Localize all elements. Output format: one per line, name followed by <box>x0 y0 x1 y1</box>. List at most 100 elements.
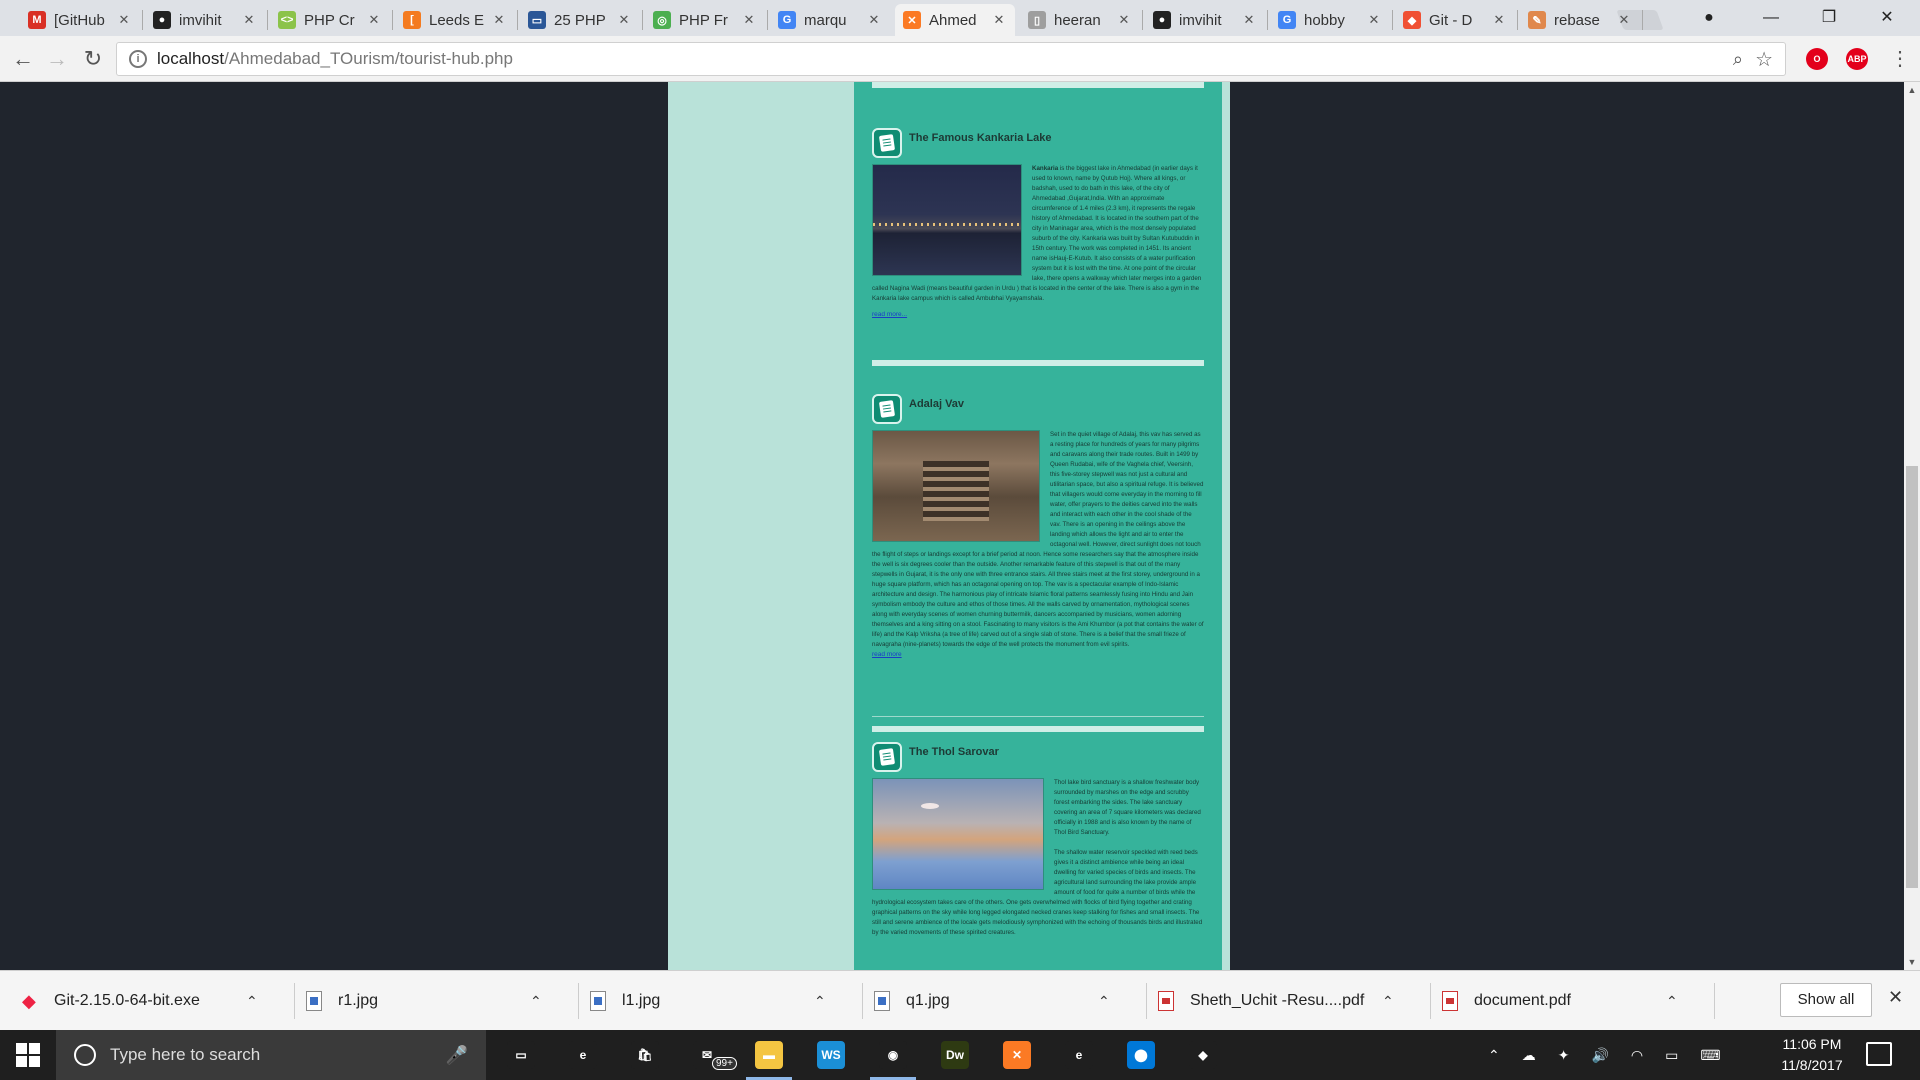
scroll-up-arrow-icon[interactable]: ▲ <box>1904 82 1920 98</box>
browser-tab[interactable]: <> PHP Cr ✕ <box>270 4 390 36</box>
php-icon: <> <box>278 11 296 29</box>
browser-tab[interactable]: ▯ heeran ✕ <box>1020 4 1140 36</box>
action-center-icon[interactable] <box>1866 1042 1892 1066</box>
volume-icon[interactable]: 🔊 <box>1591 1047 1608 1064</box>
close-tab-icon[interactable]: ✕ <box>1116 12 1132 28</box>
kankaria-lake-image <box>872 164 1022 276</box>
bookmark-star-icon[interactable]: ☆ <box>1755 47 1773 72</box>
download-item[interactable]: document.pdf ⌃ <box>1442 971 1686 1031</box>
restore-button[interactable]: ❐ <box>1806 4 1852 32</box>
back-button[interactable]: ← <box>8 44 38 74</box>
close-tab-icon[interactable]: ✕ <box>991 12 1007 28</box>
browser-tab[interactable]: ● imvihit ✕ <box>1145 4 1265 36</box>
read-more-link[interactable]: read more... <box>872 310 1204 320</box>
close-tab-icon[interactable]: ✕ <box>1241 12 1257 28</box>
taskbar-app[interactable]: Dw <box>930 1035 980 1075</box>
onedrive-icon[interactable]: ☁ <box>1522 1047 1536 1064</box>
store-icon: 🛍 <box>631 1041 659 1069</box>
taskbar-app[interactable]: ▭ <box>496 1035 546 1075</box>
close-download-bar-icon[interactable]: ✕ <box>1888 987 1903 1008</box>
start-button[interactable] <box>16 1043 40 1067</box>
browser-tab[interactable]: ◆ Git - D ✕ <box>1395 4 1515 36</box>
system-tray: ⌃ ☁ ✦ 🔊 ◠ ▭ ⌨ <box>1488 1030 1721 1080</box>
download-bar: Show all ✕ ◆ Git-2.15.0-64-bit.exe ⌃ r1.jpg… <box>0 970 1920 1030</box>
scroll-down-arrow-icon[interactable]: ▼ <box>1904 954 1920 970</box>
download-item[interactable]: Sheth_Uchit -Resu....pdf ⌃ <box>1158 971 1402 1031</box>
close-tab-icon[interactable]: ✕ <box>1491 12 1507 28</box>
page-scrollbar[interactable]: ▲ ▼ <box>1904 82 1920 970</box>
download-options-chevron-icon[interactable]: ⌃ <box>1382 993 1394 1010</box>
extension-tray-icon[interactable]: ✦ <box>1558 1047 1570 1064</box>
close-tab-icon[interactable]: ✕ <box>866 12 882 28</box>
close-tab-icon[interactable]: ✕ <box>366 12 382 28</box>
taskbar-app[interactable]: 🛍 <box>620 1035 670 1075</box>
git-installer-icon: ◆ <box>22 991 36 1011</box>
browser-tab[interactable]: [Leeds E ✕ <box>395 4 515 36</box>
browser-tab[interactable]: ◎ PHP Fr ✕ <box>645 4 765 36</box>
taskbar-search-box[interactable]: Type here to search 🎤 <box>56 1030 486 1080</box>
taskbar-app[interactable]: ◉ <box>868 1035 918 1080</box>
browser-tab[interactable]: ✕ Ahmed ✕ <box>895 4 1015 36</box>
url-text[interactable]: localhost/Ahmedabad_TOurism/tourist-hub.… <box>157 49 513 69</box>
close-tab-icon[interactable]: ✕ <box>741 12 757 28</box>
taskbar-app[interactable]: ✕ <box>992 1035 1042 1075</box>
browser-tab[interactable]: Ghobby ✕ <box>1270 4 1390 36</box>
taskbar-app[interactable]: e <box>558 1035 608 1075</box>
forward-button[interactable]: → <box>42 44 72 74</box>
chevron-up-icon[interactable]: ⌃ <box>1488 1047 1500 1064</box>
download-separator <box>862 983 863 1019</box>
taskbar-app[interactable]: ⬤ <box>1116 1035 1166 1075</box>
battery-icon[interactable]: ▭ <box>1665 1047 1678 1064</box>
zoom-icon[interactable]: ⌕ <box>1733 49 1743 70</box>
close-tab-icon[interactable]: ✕ <box>241 12 257 28</box>
read-more-link[interactable]: read more <box>872 650 1204 660</box>
taskbar-app[interactable]: e <box>1054 1035 1104 1075</box>
address-bar[interactable]: i localhost/Ahmedabad_TOurism/tourist-hu… <box>116 42 1786 76</box>
minimize-button[interactable]: — <box>1748 4 1794 32</box>
download-options-chevron-icon[interactable]: ⌃ <box>530 993 542 1010</box>
browser-tab[interactable]: Gmarqu ✕ <box>770 4 890 36</box>
windows-taskbar: Type here to search 🎤 ⌃ ☁ ✦ 🔊 ◠ ▭ ⌨ 11:0… <box>0 1030 1920 1080</box>
microphone-icon[interactable]: 🎤 <box>446 1045 468 1066</box>
taskbar-app[interactable]: WS <box>806 1035 856 1075</box>
browser-tab[interactable]: ✎ rebase ✕ <box>1520 4 1640 36</box>
close-tab-icon[interactable]: ✕ <box>491 12 507 28</box>
download-options-chevron-icon[interactable]: ⌃ <box>1098 993 1110 1010</box>
tab-title: PHP Cr <box>304 11 355 29</box>
keyboard-icon[interactable]: ⌨ <box>1700 1047 1720 1064</box>
download-item[interactable]: r1.jpg ⌃ <box>306 971 550 1031</box>
leeds-icon: [ <box>403 11 421 29</box>
download-separator <box>1430 983 1431 1019</box>
download-item[interactable]: l1.jpg ⌃ <box>590 971 834 1031</box>
download-filename: q1.jpg <box>906 992 950 1009</box>
scrollbar-thumb[interactable] <box>1906 466 1918 888</box>
adblock-icon[interactable]: ABP <box>1846 48 1868 70</box>
close-tab-icon[interactable]: ✕ <box>616 12 632 28</box>
browser-tab[interactable]: ▭ 25 PHP ✕ <box>520 4 640 36</box>
download-options-chevron-icon[interactable]: ⌃ <box>814 993 826 1010</box>
profile-icon[interactable]: ● <box>1686 4 1732 32</box>
download-options-chevron-icon[interactable]: ⌃ <box>246 993 258 1010</box>
close-tab-icon[interactable]: ✕ <box>116 12 132 28</box>
github-icon: ● <box>153 11 171 29</box>
download-item[interactable]: ◆ Git-2.15.0-64-bit.exe ⌃ <box>22 971 266 1031</box>
close-tab-icon[interactable]: ✕ <box>1366 12 1382 28</box>
taskbar-app[interactable]: ✉ 99+ <box>682 1035 737 1075</box>
info-icon[interactable]: i <box>129 50 147 68</box>
tab-title: 25 PHP <box>554 11 606 29</box>
wifi-icon[interactable]: ◠ <box>1631 1047 1643 1064</box>
close-window-button[interactable]: ✕ <box>1864 4 1910 32</box>
system-clock[interactable]: 11:06 PM 11/8/2017 <box>1772 1034 1852 1076</box>
opera-extension-icon[interactable]: O <box>1806 48 1828 70</box>
download-options-chevron-icon[interactable]: ⌃ <box>1666 993 1678 1010</box>
show-all-button[interactable]: Show all <box>1780 983 1872 1017</box>
tab-title: rebase <box>1554 11 1600 29</box>
browser-tab[interactable]: M [GitHub ✕ <box>20 4 140 36</box>
reload-button[interactable]: ↻ <box>78 44 108 74</box>
download-item[interactable]: q1.jpg ⌃ <box>874 971 1118 1031</box>
close-tab-icon[interactable]: ✕ <box>1616 12 1632 28</box>
browser-tab[interactable]: ● imvihit ✕ <box>145 4 265 36</box>
menu-icon[interactable]: ⋮ <box>1890 46 1910 71</box>
taskbar-app[interactable]: ▬ <box>744 1035 794 1080</box>
taskbar-app[interactable]: ◆ <box>1178 1035 1228 1075</box>
